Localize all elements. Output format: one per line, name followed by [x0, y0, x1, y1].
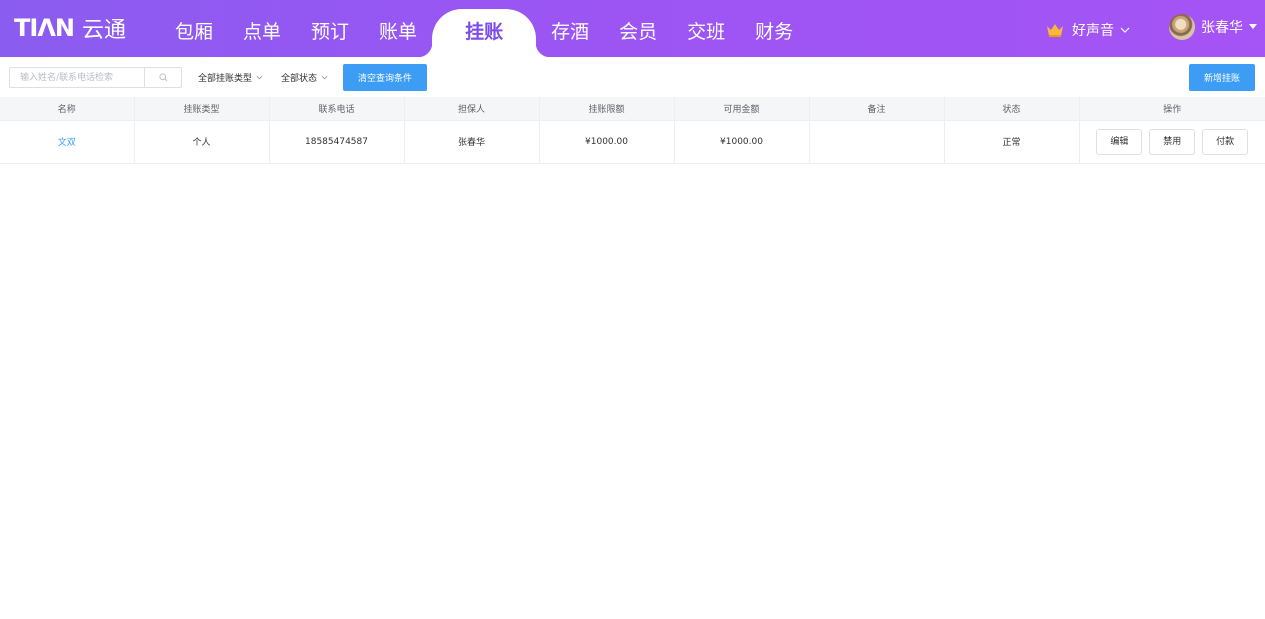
column-header-name[interactable]: 名称: [0, 97, 135, 121]
account-name-link[interactable]: 文双: [58, 138, 76, 148]
nav-item-wine-storage[interactable]: 存酒: [536, 0, 604, 57]
user-name: 张春华: [1201, 20, 1243, 36]
search-input[interactable]: [10, 68, 144, 87]
logo-text: 云通: [81, 18, 126, 43]
cell-actions: 编辑 禁用 付款: [1079, 120, 1265, 164]
crown-icon: [1047, 24, 1063, 37]
nav-item-reservation[interactable]: 预订: [296, 0, 364, 57]
edit-button[interactable]: 编辑: [1096, 128, 1143, 155]
cell-status: 正常: [944, 120, 1080, 164]
caret-down-icon: [1249, 24, 1257, 29]
table-row: 文双 个人 18585474587 张春华 ¥1000.00 ¥1000.00 …: [0, 120, 1265, 164]
nav-item-members[interactable]: 会员: [604, 0, 672, 57]
nav-item-shift[interactable]: 交班: [672, 0, 740, 57]
filter-toolbar: 全部挂账类型 全部状态 清空查询条件 新增挂账: [0, 57, 1265, 97]
logo-mark: TIΛN: [14, 14, 75, 42]
nav-item-rooms[interactable]: 包厢: [160, 0, 228, 57]
table-header-row: 名称 挂账类型 联系电话 担保人 挂账限额 可用金额 备注 状态 操作: [0, 97, 1265, 121]
column-header-phone[interactable]: 联系电话: [269, 97, 405, 121]
clear-filters-button[interactable]: 清空查询条件: [343, 64, 427, 91]
add-credit-button[interactable]: 新增挂账: [1189, 64, 1255, 91]
cell-available: ¥1000.00: [674, 120, 810, 164]
pay-button[interactable]: 付款: [1202, 128, 1249, 155]
search-box: [9, 67, 182, 88]
cell-note: [809, 120, 945, 164]
user-menu[interactable]: 张春华: [1169, 14, 1257, 40]
search-button[interactable]: [144, 68, 181, 87]
chevron-down-icon: [1120, 27, 1130, 33]
search-icon: [158, 73, 167, 82]
store-switcher[interactable]: 好声音: [1046, 20, 1130, 40]
credit-type-filter[interactable]: 全部挂账类型: [198, 71, 263, 84]
nav-item-finance[interactable]: 财务: [740, 0, 808, 57]
app-logo[interactable]: TIΛN 云通: [14, 13, 126, 43]
column-header-available[interactable]: 可用金额: [674, 97, 810, 121]
column-header-note[interactable]: 备注: [809, 97, 945, 121]
column-header-guarantor[interactable]: 担保人: [404, 97, 540, 121]
credit-accounts-table: 名称 挂账类型 联系电话 担保人 挂账限额 可用金额 备注 状态 操作 文双 个…: [0, 97, 1265, 164]
chevron-down-icon: [321, 75, 328, 80]
main-nav: 包厢 点单 预订 账单 挂账 存酒 会员 交班 财务: [160, 0, 808, 57]
status-filter[interactable]: 全部状态: [281, 71, 328, 84]
chevron-down-icon: [256, 75, 263, 80]
column-header-actions: 操作: [1079, 97, 1265, 121]
nav-item-order[interactable]: 点单: [228, 0, 296, 57]
disable-button[interactable]: 禁用: [1149, 128, 1196, 155]
nav-item-credit[interactable]: 挂账: [418, 0, 551, 57]
avatar: [1169, 14, 1195, 40]
status-filter-label: 全部状态: [281, 74, 318, 84]
cell-phone: 18585474587: [269, 120, 405, 164]
column-header-limit[interactable]: 挂账限额: [539, 97, 675, 121]
cell-type: 个人: [134, 120, 270, 164]
store-name: 好声音: [1072, 23, 1114, 39]
column-header-status[interactable]: 状态: [944, 97, 1080, 121]
column-header-type[interactable]: 挂账类型: [134, 97, 270, 121]
cell-guarantor: 张春华: [404, 120, 540, 164]
top-navigation-bar: TIΛN 云通 包厢 点单 预订 账单 挂账 存酒 会员 交班 财务 好声音 张…: [0, 0, 1265, 57]
cell-limit: ¥1000.00: [539, 120, 675, 164]
credit-type-filter-label: 全部挂账类型: [198, 74, 253, 84]
